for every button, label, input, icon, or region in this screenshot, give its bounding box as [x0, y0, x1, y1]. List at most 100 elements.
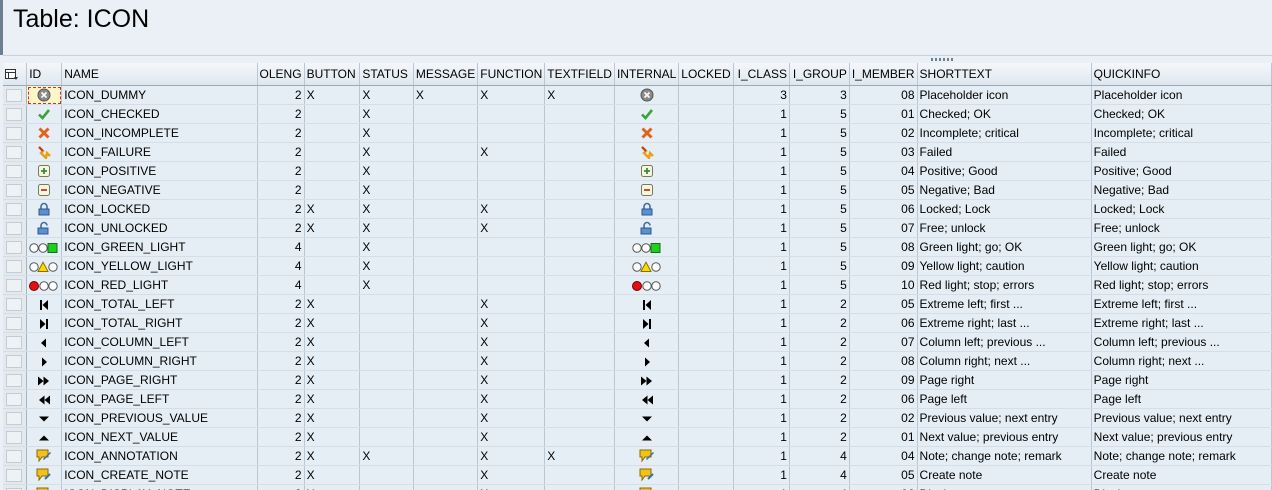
cell-button[interactable] — [304, 142, 361, 162]
cell-function[interactable]: X — [477, 408, 546, 428]
cell-shorttext[interactable]: Red light; stop; errors — [917, 275, 1092, 295]
column-header-internal[interactable]: INTERNAL — [614, 63, 680, 86]
cell-i-group[interactable]: 2 — [789, 370, 850, 390]
cell-button[interactable] — [304, 180, 361, 200]
cell-textfield[interactable] — [544, 275, 615, 295]
cell-name[interactable]: ICON_DISPLAY_NOTE — [61, 484, 258, 490]
table-row[interactable]: ICON_COLUMN_LEFT 2 X X 1 2 07 Column left; prev… — [3, 332, 1272, 352]
cell-status[interactable] — [359, 332, 414, 352]
cell-function[interactable] — [477, 275, 546, 295]
cell-locked[interactable] — [678, 161, 735, 181]
cell-internal[interactable] — [614, 256, 680, 276]
table-row[interactable]: ICON_UNLOCKED 2 X X X 1 5 07 Free; unlock Free; u… — [3, 218, 1272, 238]
column-header-message[interactable]: MESSAGE — [413, 63, 479, 86]
cell-locked[interactable] — [678, 294, 735, 314]
cell-message[interactable] — [413, 256, 479, 276]
cell-shorttext[interactable]: Positive; Good — [917, 161, 1092, 181]
cell-i-class[interactable]: 1 — [733, 142, 790, 162]
cell-id[interactable] — [26, 351, 63, 371]
cell-message[interactable] — [413, 332, 479, 352]
cell-locked[interactable] — [678, 218, 735, 238]
cell-message[interactable] — [413, 389, 479, 409]
cell-textfield[interactable] — [544, 370, 615, 390]
cell-i-class[interactable]: 1 — [733, 313, 790, 333]
cell-i-class[interactable]: 1 — [733, 408, 790, 428]
row-selector-box[interactable] — [6, 107, 22, 121]
row-selector[interactable] — [3, 465, 28, 485]
cell-textfield[interactable] — [544, 332, 615, 352]
cell-i-class[interactable]: 1 — [733, 484, 790, 490]
splitter-grip[interactable] — [931, 58, 953, 61]
cell-status[interactable] — [359, 294, 414, 314]
cell-id[interactable] — [26, 199, 63, 219]
cell-shorttext[interactable]: Incomplete; critical — [917, 123, 1092, 143]
cell-name[interactable]: ICON_PAGE_LEFT — [61, 389, 258, 409]
row-selector[interactable] — [3, 408, 28, 428]
cell-internal[interactable] — [614, 180, 680, 200]
cell-message[interactable] — [413, 123, 479, 143]
cell-button[interactable] — [304, 104, 361, 124]
cell-locked[interactable] — [678, 313, 735, 333]
cell-oleng[interactable]: 2 — [257, 332, 305, 352]
cell-oleng[interactable]: 2 — [257, 123, 305, 143]
cell-i-member[interactable]: 06 — [849, 389, 918, 409]
cell-textfield[interactable]: X — [544, 85, 615, 105]
cell-i-class[interactable]: 1 — [733, 199, 790, 219]
cell-function[interactable]: X — [477, 370, 546, 390]
cell-internal[interactable] — [614, 85, 680, 105]
cell-internal[interactable] — [614, 427, 680, 447]
cell-i-member[interactable]: 07 — [849, 332, 918, 352]
cell-status[interactable] — [359, 408, 414, 428]
cell-name[interactable]: ICON_GREEN_LIGHT — [61, 237, 258, 257]
cell-button[interactable]: X — [304, 351, 361, 371]
cell-i-member[interactable]: 03 — [849, 142, 918, 162]
column-header-i-class[interactable]: I_CLASS — [733, 63, 790, 86]
cell-id[interactable] — [26, 256, 63, 276]
cell-id[interactable] — [26, 142, 63, 162]
cell-i-class[interactable]: 1 — [733, 104, 790, 124]
cell-status[interactable]: X — [359, 237, 414, 257]
row-selector-box[interactable] — [6, 335, 22, 349]
cell-i-class[interactable]: 1 — [733, 275, 790, 295]
row-selector[interactable] — [3, 142, 28, 162]
cell-i-group[interactable]: 5 — [789, 218, 850, 238]
table-row[interactable]: ICON_TOTAL_LEFT 2 X X 1 2 05 Extreme left; firs… — [3, 294, 1272, 314]
cell-id[interactable] — [26, 332, 63, 352]
cell-id[interactable] — [26, 427, 63, 447]
cell-internal[interactable] — [614, 332, 680, 352]
cell-shorttext[interactable]: Column right; next ... — [917, 351, 1092, 371]
cell-locked[interactable] — [678, 199, 735, 219]
column-header-name[interactable]: NAME — [61, 63, 258, 86]
cell-oleng[interactable]: 2 — [257, 351, 305, 371]
cell-id[interactable] — [26, 446, 63, 466]
cell-name[interactable]: ICON_CREATE_NOTE — [61, 465, 258, 485]
cell-shorttext[interactable]: Page left — [917, 389, 1092, 409]
cell-name[interactable]: ICON_TOTAL_LEFT — [61, 294, 258, 314]
column-header-quickinfo[interactable]: QUICKINFO — [1091, 63, 1272, 86]
column-header-function[interactable]: FUNCTION — [477, 63, 546, 86]
cell-locked[interactable] — [678, 256, 735, 276]
cell-locked[interactable] — [678, 484, 735, 490]
cell-shorttext[interactable]: Extreme right; last ... — [917, 313, 1092, 333]
splitter[interactable] — [3, 55, 1272, 63]
cell-id[interactable] — [26, 123, 63, 143]
row-selector[interactable] — [3, 180, 28, 200]
cell-message[interactable] — [413, 313, 479, 333]
cell-locked[interactable] — [678, 180, 735, 200]
cell-status[interactable]: X — [359, 123, 414, 143]
column-header-shorttext[interactable]: SHORTTEXT — [917, 63, 1092, 86]
table-row[interactable]: ICON_NEXT_VALUE 2 X X 1 2 01 Next value; previo… — [3, 427, 1272, 447]
row-selector-box[interactable] — [6, 183, 22, 197]
cell-message[interactable] — [413, 446, 479, 466]
cell-i-group[interactable]: 5 — [789, 123, 850, 143]
cell-i-group[interactable]: 2 — [789, 408, 850, 428]
cell-function[interactable]: X — [477, 446, 546, 466]
table-row[interactable]: ICON_DISPLAY_NOTE2XX1406Display noteDisp… — [3, 484, 1272, 490]
cell-name[interactable]: ICON_NEGATIVE — [61, 180, 258, 200]
cell-i-group[interactable]: 5 — [789, 256, 850, 276]
cell-shorttext[interactable]: Extreme left; first ... — [917, 294, 1092, 314]
row-selector-box[interactable] — [6, 278, 22, 292]
cell-i-class[interactable]: 1 — [733, 427, 790, 447]
row-selector-box[interactable] — [6, 240, 22, 254]
cell-status[interactable]: X — [359, 142, 414, 162]
